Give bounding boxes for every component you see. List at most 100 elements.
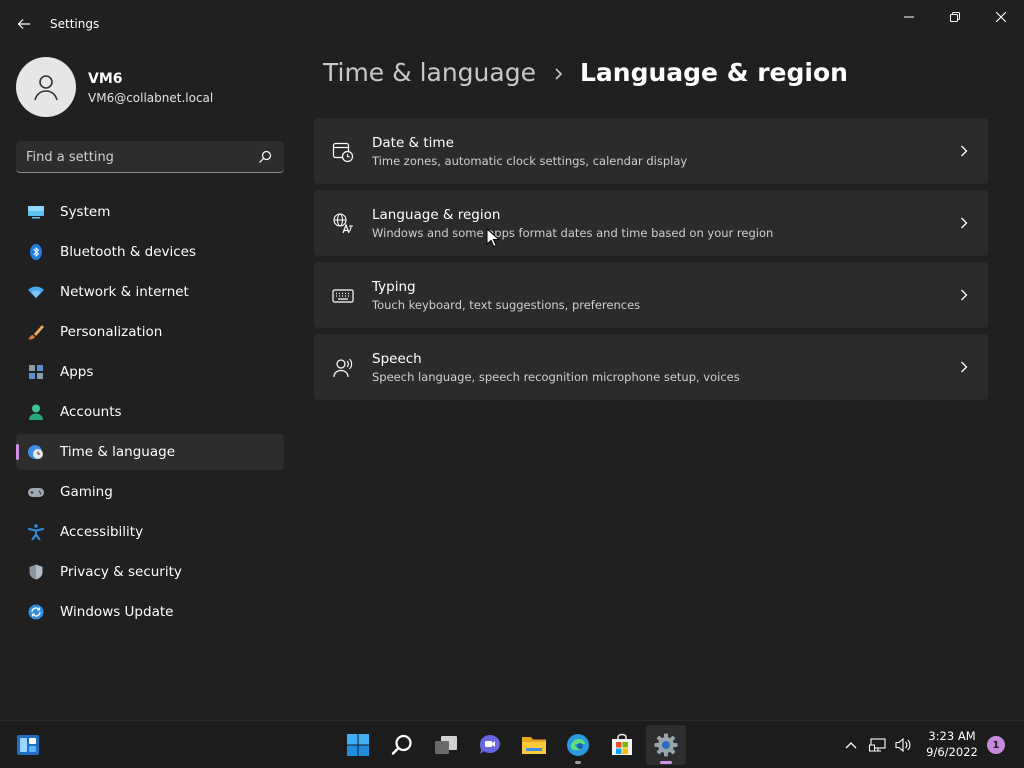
sidebar-item-windows-update[interactable]: Windows Update — [16, 594, 284, 630]
running-indicator — [575, 761, 581, 764]
page-title: Language & region — [580, 58, 848, 87]
gamepad-icon — [28, 488, 44, 497]
close-button[interactable] — [978, 2, 1024, 32]
sidebar-item-bluetooth[interactable]: Bluetooth & devices — [16, 234, 284, 270]
update-icon — [28, 604, 44, 620]
task-view-icon — [435, 736, 457, 754]
chevron-right-icon — [961, 361, 968, 373]
keyboard-icon — [332, 289, 354, 303]
title-bar: Settings — [0, 0, 1024, 48]
card-description: Speech language, speech recognition micr… — [372, 370, 740, 384]
back-arrow-icon — [17, 19, 30, 29]
sidebar-item-label: System — [60, 204, 111, 220]
sidebar-item-label: Network & internet — [60, 284, 189, 300]
shield-icon — [29, 564, 43, 580]
close-icon — [996, 12, 1006, 22]
chevron-right-icon — [555, 68, 563, 80]
sidebar-item-label: Apps — [60, 364, 94, 380]
calendar-clock-icon — [332, 142, 354, 163]
sidebar-item-personalization[interactable]: Personalization — [16, 314, 284, 350]
restore-button[interactable] — [932, 2, 978, 32]
clock-time: 3:23 AM — [928, 729, 976, 743]
card-description: Windows and some apps format dates and t… — [372, 226, 774, 240]
breadcrumb-parent[interactable]: Time & language — [323, 58, 536, 87]
speech-icon — [333, 358, 353, 378]
card-description: Time zones, automatic clock settings, ca… — [372, 154, 688, 168]
sidebar-nav: System Bluetooth & devices Network & int… — [16, 194, 284, 634]
settings-icon — [654, 733, 678, 757]
sidebar-item-gaming[interactable]: Gaming — [16, 474, 284, 510]
card-title: Speech — [372, 351, 422, 367]
sidebar-item-label: Personalization — [60, 324, 163, 340]
widgets-button[interactable] — [8, 725, 48, 765]
chat-button[interactable] — [470, 725, 510, 765]
edge-icon — [567, 734, 589, 756]
settings-taskbar-button[interactable] — [646, 725, 686, 765]
user-profile[interactable]: VM6 VM6@collabnet.local — [16, 57, 286, 117]
chevron-right-icon — [961, 145, 968, 157]
taskbar-search-button[interactable] — [382, 725, 422, 765]
search-icon[interactable] — [258, 150, 272, 164]
chevron-right-icon — [961, 217, 968, 229]
store-icon — [612, 733, 632, 755]
bluetooth-icon — [30, 244, 42, 260]
person-icon — [29, 404, 43, 420]
brush-icon — [28, 325, 44, 340]
show-hidden-icons-button[interactable] — [840, 733, 862, 757]
volume-icon — [895, 737, 911, 753]
chevron-up-icon — [845, 742, 857, 749]
file-explorer-icon — [522, 737, 546, 754]
network-tray-button[interactable] — [867, 733, 889, 757]
card-title: Date & time — [372, 135, 454, 151]
chat-icon — [479, 735, 500, 754]
sidebar-item-system[interactable]: System — [16, 194, 284, 230]
sidebar-item-label: Gaming — [60, 484, 113, 500]
minimize-icon — [904, 16, 914, 18]
restore-icon — [950, 12, 960, 22]
minimize-button[interactable] — [886, 2, 932, 32]
widgets-icon — [17, 735, 39, 755]
search-box[interactable] — [16, 141, 284, 173]
card-language-region[interactable]: Language & region Windows and some apps … — [314, 190, 988, 256]
sidebar-item-accounts[interactable]: Accounts — [16, 394, 284, 430]
sidebar-item-label: Accounts — [60, 404, 122, 420]
sidebar-item-label: Windows Update — [60, 604, 174, 620]
back-button[interactable] — [12, 12, 36, 36]
start-button[interactable] — [338, 725, 378, 765]
sidebar-item-label: Time & language — [60, 444, 176, 460]
system-icon — [28, 206, 44, 219]
avatar — [16, 57, 76, 117]
taskbar-clock[interactable]: 3:23 AM 9/6/2022 — [920, 728, 984, 760]
sidebar-item-time-language[interactable]: Time & language — [16, 434, 284, 470]
card-date-time[interactable]: Date & time Time zones, automatic clock … — [314, 118, 988, 184]
store-button[interactable] — [602, 725, 642, 765]
sidebar-item-privacy[interactable]: Privacy & security — [16, 554, 284, 590]
card-title: Language & region — [372, 207, 501, 223]
language-icon — [333, 213, 353, 234]
clock-date: 9/6/2022 — [926, 745, 978, 759]
taskbar: 3:23 AM 9/6/2022 1 — [0, 720, 1024, 768]
app-title: Settings — [50, 17, 100, 31]
edge-button[interactable] — [558, 725, 598, 765]
search-icon — [391, 734, 412, 755]
apps-icon — [29, 365, 43, 379]
card-speech[interactable]: Speech Speech language, speech recogniti… — [314, 334, 988, 400]
sidebar-item-apps[interactable]: Apps — [16, 354, 284, 390]
task-view-button[interactable] — [426, 725, 466, 765]
card-title: Typing — [372, 279, 416, 295]
accessibility-icon — [28, 524, 44, 540]
notification-badge[interactable]: 1 — [987, 736, 1005, 754]
person-avatar-icon — [34, 75, 58, 101]
card-description: Touch keyboard, text suggestions, prefer… — [372, 298, 641, 312]
active-indicator — [660, 761, 672, 764]
sidebar-item-accessibility[interactable]: Accessibility — [16, 514, 284, 550]
card-typing[interactable]: Typing Touch keyboard, text suggestions,… — [314, 262, 988, 328]
globe-clock-icon — [28, 445, 43, 459]
sidebar-item-label: Bluetooth & devices — [60, 244, 197, 260]
sidebar-item-network[interactable]: Network & internet — [16, 274, 284, 310]
volume-tray-button[interactable] — [892, 733, 914, 757]
sidebar-item-label: Accessibility — [60, 524, 144, 540]
search-input[interactable] — [26, 147, 246, 167]
file-explorer-button[interactable] — [514, 725, 554, 765]
profile-email: VM6@collabnet.local — [88, 91, 214, 105]
